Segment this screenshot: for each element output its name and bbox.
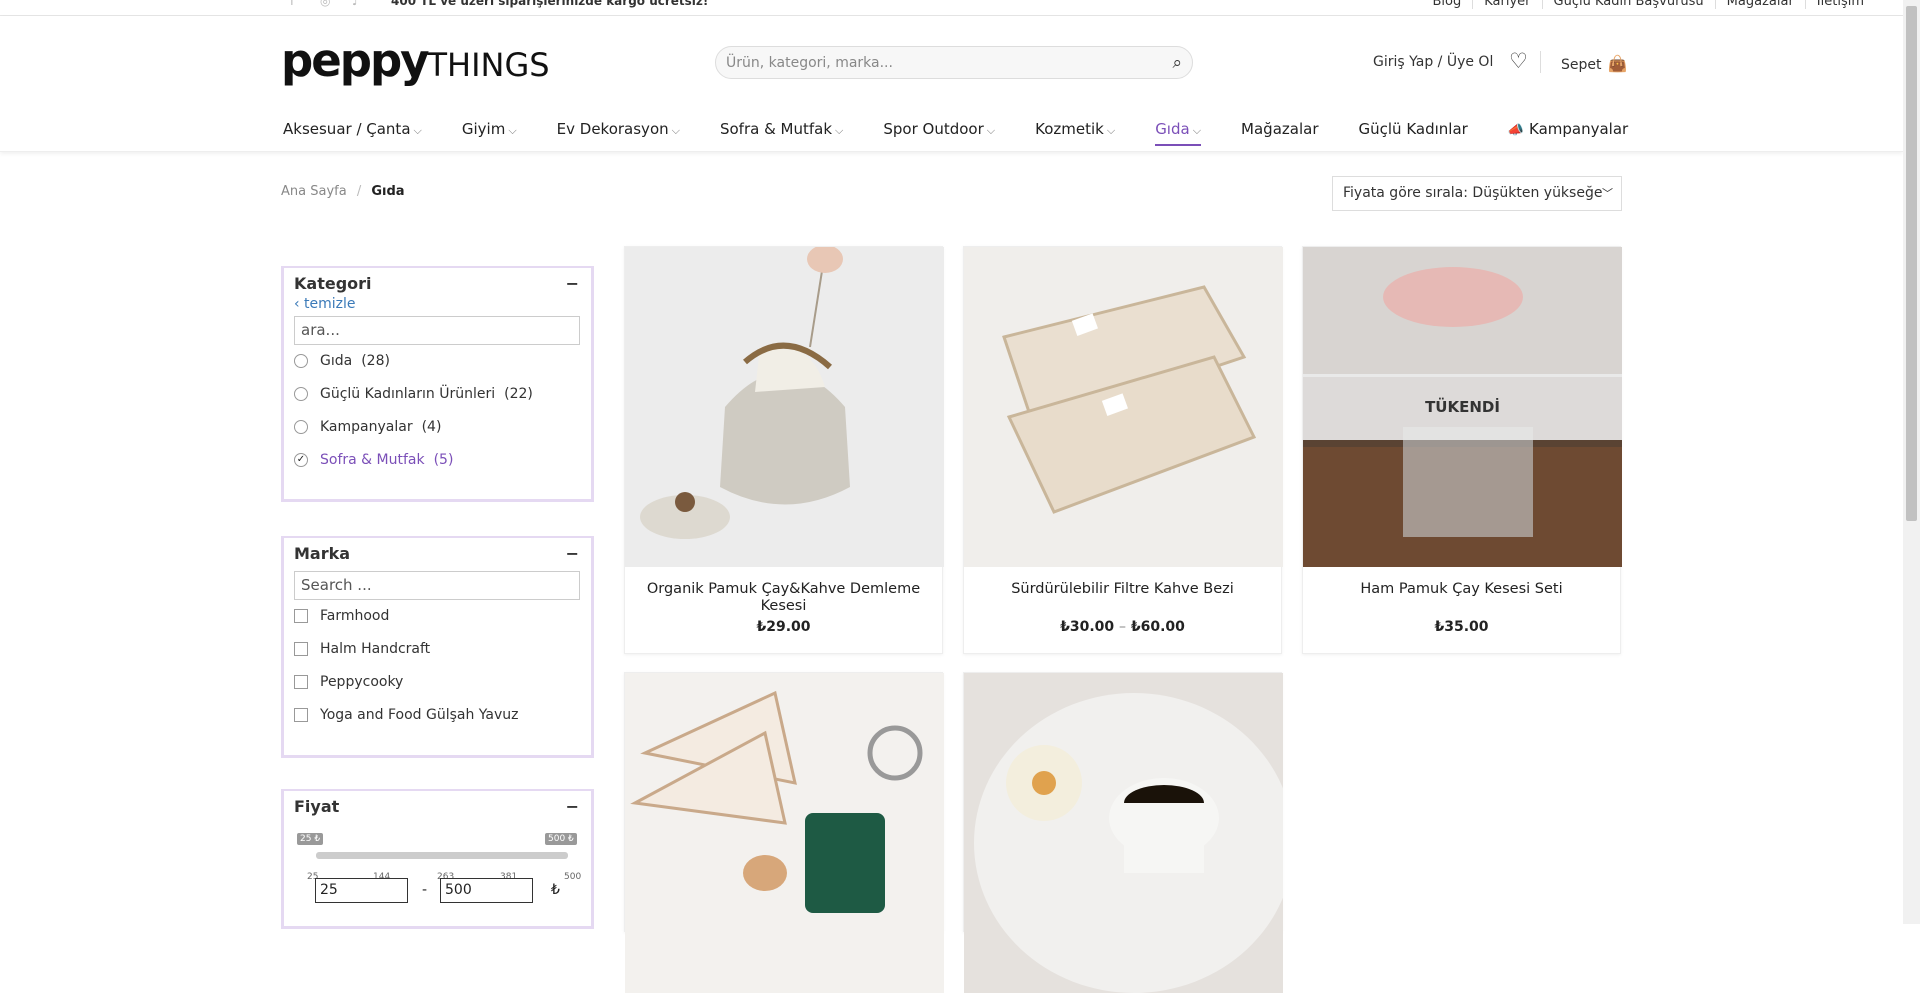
category-option[interactable]: ✓ Sofra & Mutfak (5) bbox=[294, 450, 581, 483]
facebook-icon[interactable]: f bbox=[290, 0, 294, 8]
category-filter: Kategori − ‹ temizle ara... Gıda (28) Güçl… bbox=[281, 266, 594, 502]
chevron-down-icon: ⌵ bbox=[986, 124, 996, 137]
radio-icon[interactable]: ✓ bbox=[294, 453, 308, 467]
collapse-icon[interactable]: − bbox=[566, 274, 579, 293]
header-divider bbox=[1540, 51, 1541, 73]
product-card[interactable]: Sürdürülebilir Filtre Kahve Bezi ₺30.00 … bbox=[963, 246, 1283, 654]
product-card[interactable]: TÜKENDİ Ham Pamuk Çay Kesesi Seti ₺35.00 bbox=[1302, 246, 1622, 654]
top-bar: f ◎ ♪ 400 TL ve üzeri siparişlerinizde k… bbox=[0, 0, 1903, 16]
price-filter: Fiyat − 25 ₺ 500 ₺ 25 144 263 381 500 25… bbox=[281, 789, 594, 929]
nav-item[interactable]: Güçlü Kadınlar bbox=[1359, 120, 1468, 146]
product-price: ₺29.00 bbox=[756, 619, 811, 635]
price-min-tag: 25 ₺ bbox=[297, 833, 324, 845]
price-slider[interactable]: 25 ₺ 500 ₺ 25 144 263 381 500 25 - 500 ₺ bbox=[294, 816, 581, 903]
top-links: Blog Kariyer Güçlü Kadın Başvurusu Mağaz… bbox=[1422, 0, 1875, 9]
product-price: ₺30.00 – ₺60.00 bbox=[1060, 619, 1185, 635]
product-image[interactable] bbox=[964, 673, 1283, 993]
checkbox-icon[interactable] bbox=[294, 642, 308, 656]
promo-text: 400 TL ve üzeri siparişlerinizde kargo ü… bbox=[391, 0, 709, 8]
clear-filter-link[interactable]: ‹ temizle bbox=[294, 296, 581, 312]
scrollbar-thumb[interactable] bbox=[1906, 6, 1917, 521]
nav-item[interactable]: Aksesuar / Çanta ⌵ bbox=[283, 120, 422, 146]
collapse-icon[interactable]: − bbox=[566, 797, 579, 816]
price-max-input[interactable]: 500 bbox=[440, 878, 533, 903]
nav-item[interactable]: Giyim ⌵ bbox=[462, 120, 517, 146]
brand-option[interactable]: Yoga and Food Gülşah Yavuz bbox=[294, 705, 581, 738]
sort-select[interactable]: Fiyata göre sırala: Düşükten yükseğe ﹀ bbox=[1332, 176, 1622, 211]
chevron-down-icon: ⌵ bbox=[508, 124, 517, 137]
top-link-career[interactable]: Kariyer bbox=[1472, 0, 1541, 9]
nav-item[interactable]: Spor Outdoor ⌵ bbox=[883, 120, 995, 146]
price-max-tag: 500 ₺ bbox=[545, 833, 577, 845]
product-name[interactable]: Sürdürülebilir Filtre Kahve Bezi bbox=[964, 581, 1281, 598]
nav-item[interactable]: 📣 Kampanyalar bbox=[1508, 120, 1628, 146]
radio-icon[interactable] bbox=[294, 387, 308, 401]
brand-search-input[interactable]: Search ... bbox=[294, 571, 580, 600]
top-link-apply[interactable]: Güçlü Kadın Başvurusu bbox=[1541, 0, 1715, 9]
radio-icon[interactable] bbox=[294, 354, 308, 368]
price-slider-track[interactable] bbox=[316, 852, 568, 859]
site-header: peppyTHINGS Ürün, kategori, marka... ⌕ G… bbox=[0, 16, 1903, 152]
checkbox-icon[interactable] bbox=[294, 609, 308, 623]
product-image[interactable] bbox=[625, 673, 944, 993]
category-option[interactable]: Güçlü Kadınların Ürünleri (22) bbox=[294, 384, 581, 417]
price-filter-title: Fiyat bbox=[294, 797, 340, 816]
product-name[interactable]: Ham Pamuk Çay Kesesi Seti bbox=[1303, 581, 1620, 598]
heart-icon[interactable]: ♡ bbox=[1509, 49, 1528, 73]
search-icon[interactable]: ⌕ bbox=[1172, 53, 1182, 73]
chevron-down-icon: ⌵ bbox=[671, 124, 680, 137]
chevron-down-icon: ﹀ bbox=[1602, 187, 1613, 200]
nav-item[interactable]: Mağazalar bbox=[1241, 120, 1318, 146]
category-search-input[interactable]: ara... bbox=[294, 316, 580, 345]
product-image[interactable]: TÜKENDİ bbox=[1303, 247, 1622, 567]
product-card[interactable] bbox=[624, 672, 944, 993]
top-link-contact[interactable]: İletişim bbox=[1804, 0, 1875, 9]
chevron-down-icon: ⌵ bbox=[1106, 124, 1116, 137]
main-nav: Aksesuar / Çanta ⌵ Giyim ⌵ Ev Dekorasyon ⌵ Sof… bbox=[283, 120, 1668, 146]
price-min-input[interactable]: 25 bbox=[315, 878, 408, 903]
chevron-down-icon: ⌵ bbox=[835, 124, 844, 137]
instagram-icon[interactable]: ◎ bbox=[320, 0, 330, 8]
page-scrollbar[interactable] bbox=[1903, 0, 1920, 924]
brand-option[interactable]: Peppycooky bbox=[294, 672, 581, 705]
cart-icon: 👜 bbox=[1607, 54, 1628, 73]
sold-out-badge: TÜKENDİ bbox=[1303, 374, 1622, 440]
category-filter-title: Kategori bbox=[294, 274, 372, 293]
checkbox-icon[interactable] bbox=[294, 708, 308, 722]
nav-item[interactable]: Kozmetik ⌵ bbox=[1035, 120, 1115, 146]
megaphone-icon: 📣 bbox=[1507, 123, 1524, 138]
twitter-icon[interactable]: ♪ bbox=[352, 0, 360, 8]
product-image[interactable] bbox=[964, 247, 1283, 567]
logo[interactable]: peppyTHINGS bbox=[281, 36, 550, 90]
product-card[interactable] bbox=[963, 672, 1283, 993]
product-price: ₺35.00 bbox=[1434, 619, 1489, 635]
search-input[interactable]: Ürün, kategori, marka... ⌕ bbox=[715, 46, 1193, 79]
breadcrumb-current: Gıda bbox=[371, 184, 405, 199]
breadcrumb: Ana Sayfa / Gıda bbox=[281, 184, 405, 199]
product-image[interactable] bbox=[625, 247, 944, 567]
checkbox-icon[interactable] bbox=[294, 675, 308, 689]
brand-option[interactable]: Halm Handcraft bbox=[294, 639, 581, 672]
category-option[interactable]: Kampanyalar (4) bbox=[294, 417, 581, 450]
top-link-blog[interactable]: Blog bbox=[1422, 0, 1473, 9]
chevron-down-icon: ⌵ bbox=[1192, 124, 1202, 137]
product-name[interactable]: Organik Pamuk Çay&Kahve Demleme Kesesi bbox=[625, 581, 942, 615]
chevron-down-icon: ⌵ bbox=[413, 124, 422, 137]
nav-item[interactable]: Ev Dekorasyon ⌵ bbox=[557, 120, 680, 146]
top-link-stores[interactable]: Mağazalar bbox=[1714, 0, 1805, 9]
nav-item[interactable]: Gıda ⌵ bbox=[1155, 120, 1202, 146]
brand-option[interactable]: Farmhood bbox=[294, 606, 581, 639]
breadcrumb-home[interactable]: Ana Sayfa bbox=[281, 184, 347, 199]
radio-icon[interactable] bbox=[294, 420, 308, 434]
product-card[interactable]: Organik Pamuk Çay&Kahve Demleme Kesesi ₺… bbox=[624, 246, 944, 654]
collapse-icon[interactable]: − bbox=[566, 544, 579, 563]
brand-filter: Marka − Search ... Farmhood Halm Handcraf… bbox=[281, 536, 594, 758]
brand-filter-title: Marka bbox=[294, 544, 351, 563]
nav-item[interactable]: Sofra & Mutfak ⌵ bbox=[720, 120, 843, 146]
cart-button[interactable]: Sepet 👜 bbox=[1561, 54, 1627, 73]
login-link[interactable]: Giriş Yap / Üye Ol bbox=[1373, 54, 1493, 70]
category-option[interactable]: Gıda (28) bbox=[294, 351, 581, 384]
